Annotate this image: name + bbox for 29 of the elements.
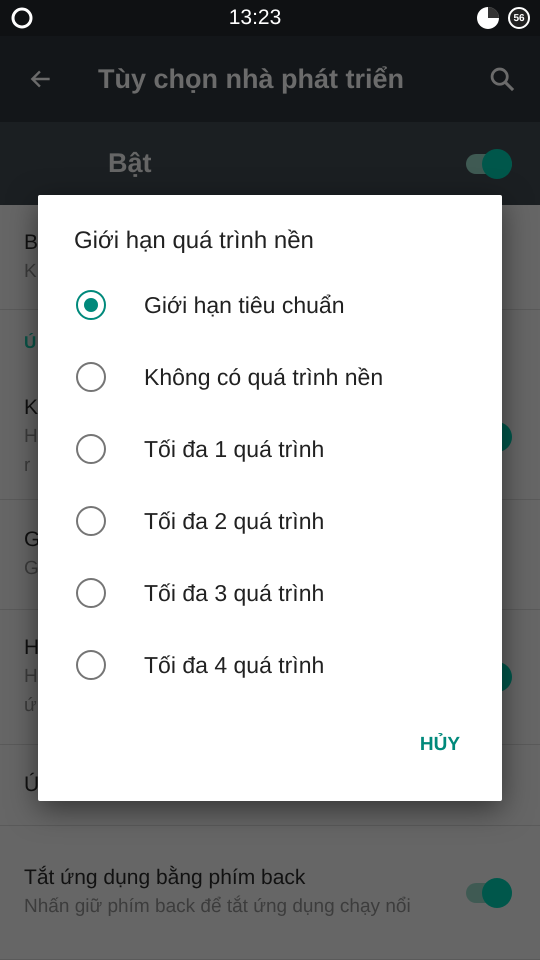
setting-title: Tắt ứng dụng bằng phím back: [24, 866, 306, 890]
toggle-switch[interactable]: [466, 878, 512, 908]
setting-title: Ú: [24, 773, 40, 797]
radio-option[interactable]: Giới hạn tiêu chuẩn: [38, 269, 502, 341]
search-icon[interactable]: [488, 65, 516, 93]
radio-button[interactable]: [76, 650, 106, 680]
toggle-switch[interactable]: [466, 148, 512, 178]
radio-button[interactable]: [76, 578, 106, 608]
cancel-button[interactable]: HỦY: [408, 726, 472, 764]
radio-button[interactable]: [76, 506, 106, 536]
radio-button[interactable]: [76, 362, 106, 392]
radio-option[interactable]: Tối đa 4 quá trình: [38, 629, 502, 701]
radio-button[interactable]: [76, 434, 106, 464]
clock-time: 13:23: [228, 6, 282, 30]
category-header: Ú: [24, 332, 36, 352]
setting-title: K: [24, 396, 38, 420]
pie-icon: [476, 6, 500, 30]
setting-title: B: [24, 230, 38, 254]
radio-option[interactable]: Không có quá trình nền: [38, 341, 502, 413]
radio-button[interactable]: [76, 290, 106, 320]
toolbar-title: Tùy chọn nhà phát triển: [98, 64, 406, 94]
dialog-title: Giới hạn quá trình nền: [73, 227, 315, 255]
radio-option[interactable]: Tối đa 2 quá trình: [38, 485, 502, 557]
status-circle-icon: [10, 6, 34, 30]
master-switch-label: Bật: [108, 148, 152, 179]
battery-badge: 56: [508, 7, 530, 29]
radio-option[interactable]: Tối đa 1 quá trình: [38, 413, 502, 485]
setting-title: H: [24, 636, 40, 660]
radio-option[interactable]: Tối đa 3 quá trình: [38, 557, 502, 629]
